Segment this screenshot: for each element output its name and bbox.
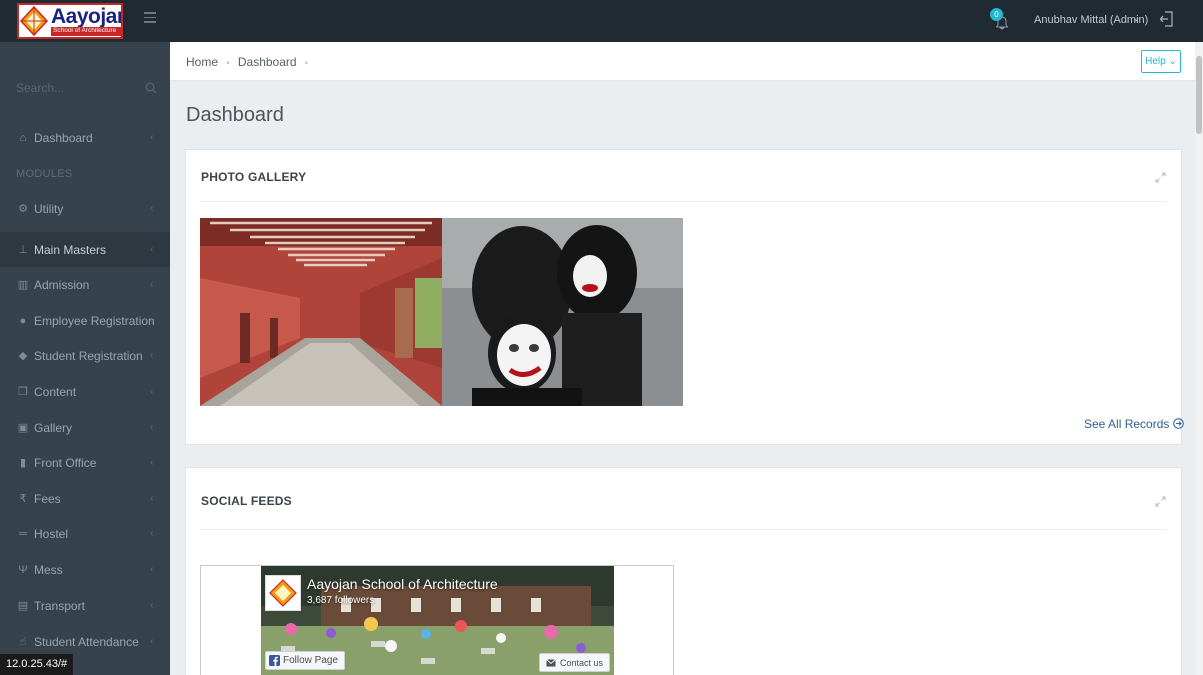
chevron-left-icon: ‹ [150, 636, 154, 647]
panel-title: SOCIAL FEEDS [201, 494, 292, 508]
gallery-photo-corridor[interactable] [200, 218, 442, 406]
sidebar-search [0, 76, 170, 100]
photo-gallery-panel: PHOTO GALLERY See All Records [185, 149, 1184, 445]
sidebar-item-hostel[interactable]: ═ Hostel ‹ [0, 516, 170, 551]
sidebar-item-mess[interactable]: Ψ Mess ‹ [0, 552, 170, 587]
chevron-left-icon: ‹ [150, 350, 154, 361]
envelope-icon [546, 658, 556, 666]
page-title: Dashboard [186, 104, 284, 126]
search-icon[interactable] [145, 81, 157, 94]
sitemap-icon: ⊥ [18, 244, 28, 256]
sidebar: ⌂ Dashboard ‹ MODULES ⚙ Utility ‹ ⊥ Main… [0, 42, 170, 675]
sidebar-item-transport[interactable]: ▤ Transport ‹ [0, 588, 170, 623]
facebook-page-widget: Aayojan School of Architecture 3,687 fol… [200, 565, 674, 675]
chevron-left-icon: ‹ [150, 564, 154, 575]
sidebar-section-label: MODULES [16, 168, 73, 180]
breadcrumb-bar: Home • Dashboard • Help ⌄ [170, 42, 1195, 81]
chevron-left-icon: ‹ [150, 528, 154, 539]
breadcrumb-home-link[interactable]: Home [186, 55, 218, 69]
rupee-icon: ₹ [19, 493, 27, 505]
copy-icon: ❐ [18, 386, 28, 398]
panel-header: PHOTO GALLERY [200, 150, 1167, 202]
brand-logo[interactable]: Aayojan School of Architecture [17, 3, 123, 39]
chevron-left-icon: ‹ [150, 386, 154, 397]
page-scrollbar[interactable] [1195, 42, 1203, 675]
chevron-left-icon: ‹ [150, 279, 154, 290]
chevron-left-icon: ‹ [150, 315, 154, 326]
notification-count-badge: 0 [990, 8, 1003, 21]
chevron-down-icon[interactable]: ⌄ [1132, 13, 1140, 24]
gallery-photo-face-paint[interactable] [442, 218, 683, 406]
breadcrumb-separator: • [226, 58, 230, 68]
panel-title: PHOTO GALLERY [201, 170, 307, 184]
facebook-follow-button[interactable]: Follow Page [265, 651, 346, 670]
help-button[interactable]: Help ⌄ [1141, 50, 1181, 73]
facebook-cover-image[interactable]: Aayojan School of Architecture 3,687 fol… [261, 566, 614, 675]
social-feeds-panel: SOCIAL FEEDS Aayojan School of Architect… [185, 467, 1182, 675]
image-icon: ▣ [17, 422, 29, 434]
sidebar-item-fees[interactable]: ₹ Fees ‹ [0, 481, 170, 516]
sidebar-item-front-office[interactable]: ▮ Front Office ‹ [0, 445, 170, 480]
breadcrumb-separator: • [304, 58, 309, 68]
chevron-left-icon: ‹ [150, 203, 154, 214]
sidebar-item-admission[interactable]: ▥ Admission ‹ [0, 267, 170, 302]
bus-icon: ▤ [17, 600, 29, 612]
chevron-left-icon: ‹ [150, 493, 154, 504]
breadcrumb: Home • Dashboard • [186, 55, 313, 69]
user-icon: ● [19, 314, 27, 327]
sidebar-item-gallery[interactable]: ▣ Gallery ‹ [0, 410, 170, 445]
facebook-followers-count: 3,687 followers [307, 595, 375, 606]
logout-icon[interactable] [1159, 10, 1175, 28]
sidebar-item-employee-registration[interactable]: ● Employee Registration ‹ [0, 303, 170, 338]
sidebar-item-content[interactable]: ❐ Content ‹ [0, 374, 170, 409]
logo-emblem-icon [19, 5, 49, 37]
breadcrumb-current[interactable]: Dashboard [238, 55, 297, 69]
sidebar-item-main-masters[interactable]: ⊥ Main Masters ‹ [0, 232, 170, 267]
arrow-right-circle-icon [1172, 418, 1184, 429]
top-navbar: Aayojan School of Architecture 0 Anubhav… [0, 0, 1203, 42]
facebook-page-name[interactable]: Aayojan School of Architecture [307, 576, 498, 592]
expand-icon[interactable] [1155, 494, 1166, 507]
chevron-left-icon: ‹ [150, 457, 154, 468]
columns-icon: ▮ [19, 457, 27, 469]
chevron-left-icon: ‹ [150, 244, 154, 255]
facebook-page-avatar[interactable] [265, 575, 301, 611]
panel-header: SOCIAL FEEDS [200, 468, 1167, 530]
notifications-button[interactable]: 0 [990, 8, 1014, 34]
cogs-icon: ⚙ [18, 203, 28, 215]
chevron-left-icon: ‹ [150, 600, 154, 611]
expand-icon[interactable] [1155, 170, 1166, 183]
brand-title: Aayojan [51, 5, 123, 29]
home-icon: ⌂ [19, 131, 27, 144]
scrollbar-thumb[interactable] [1196, 56, 1202, 134]
cutlery-icon: Ψ [18, 563, 28, 576]
chevron-left-icon: ‹ [150, 422, 154, 433]
sidebar-item-utility[interactable]: ⚙ Utility ‹ [0, 191, 170, 226]
see-all-records-link[interactable]: See All Records [1084, 417, 1184, 431]
facebook-contact-button[interactable]: Contact us [539, 653, 611, 672]
graduation-cap-icon: ◆ [18, 350, 28, 362]
chevron-left-icon: ‹ [150, 132, 154, 143]
menu-toggle-icon[interactable] [144, 12, 156, 24]
bed-icon: ═ [19, 527, 27, 540]
bank-icon: ▥ [17, 279, 29, 291]
sidebar-item-dashboard[interactable]: ⌂ Dashboard ‹ [0, 120, 170, 155]
search-input[interactable] [16, 76, 136, 100]
facebook-icon [269, 655, 280, 666]
brand-subtitle: School of Architecture [51, 27, 121, 36]
status-bar-url: 12.0.25.43/# [0, 654, 74, 675]
hand-pointer-icon: ☝ [19, 636, 27, 648]
sidebar-item-student-registration[interactable]: ◆ Student Registration ‹ [0, 338, 170, 373]
